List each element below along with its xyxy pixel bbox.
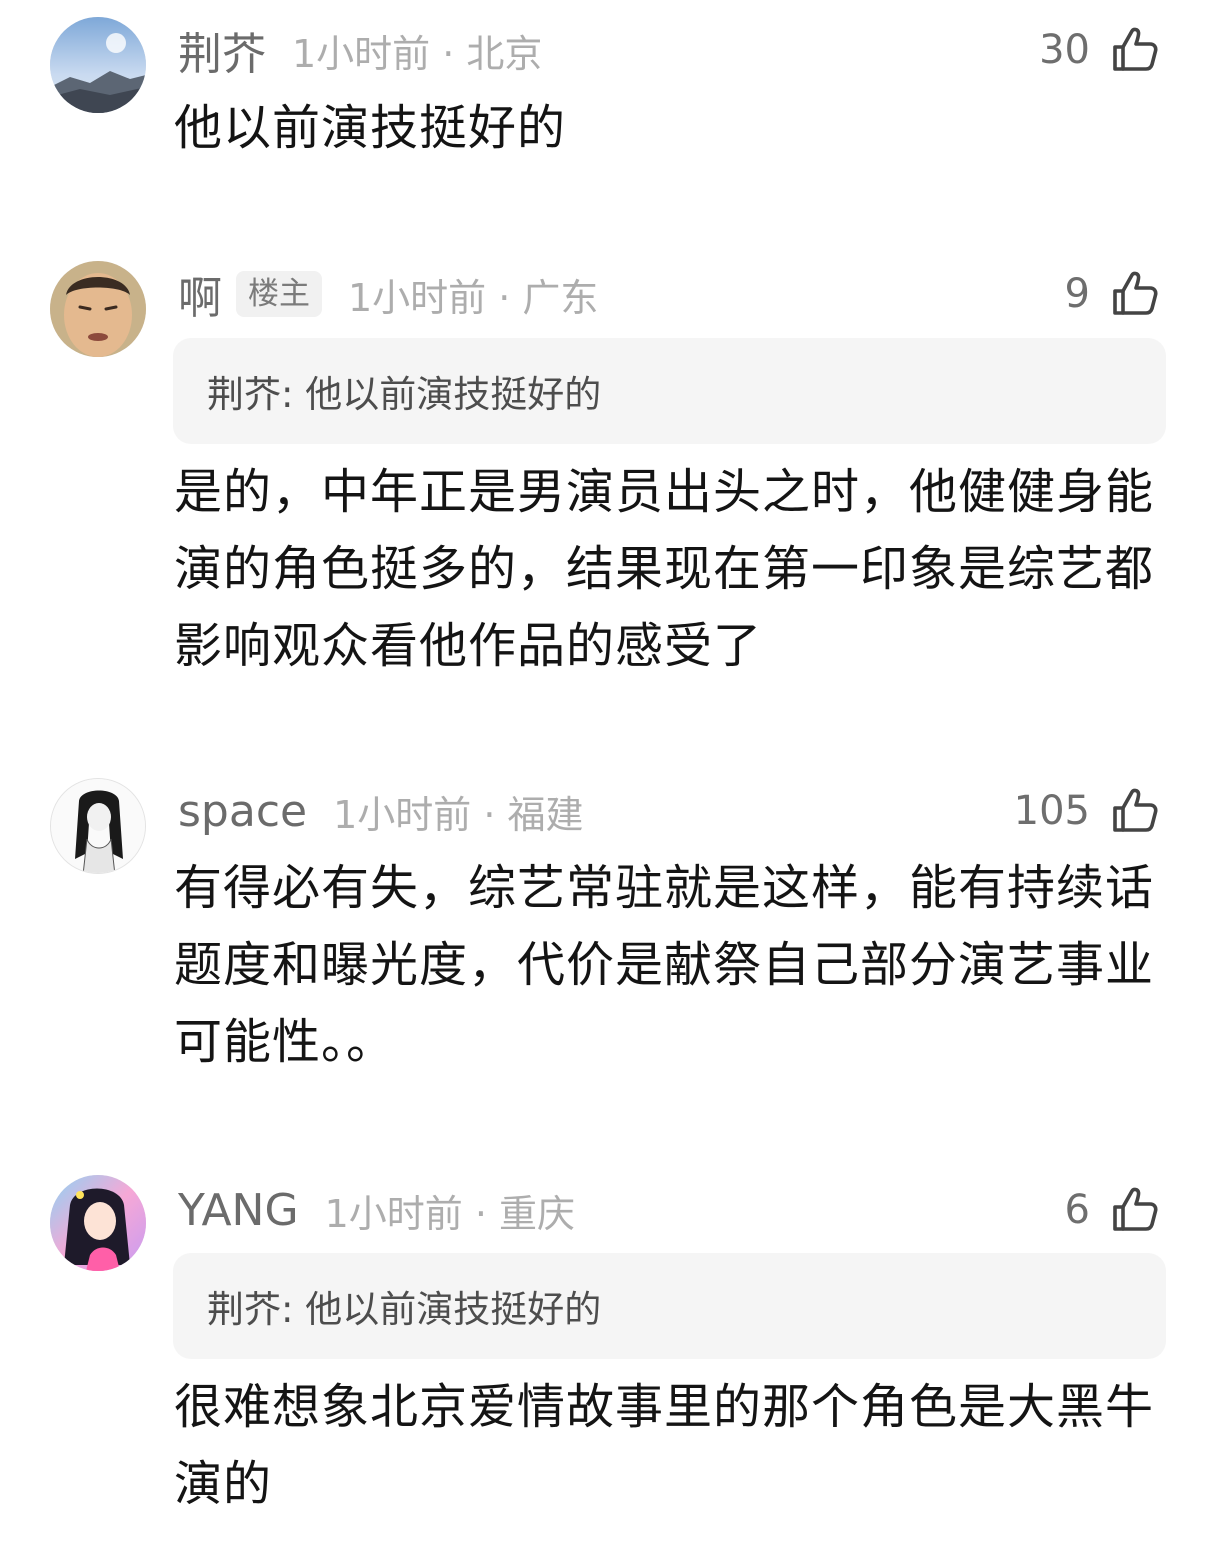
thumbs-up-icon[interactable] xyxy=(1110,786,1160,836)
time-location: 1小时前 · 广东 xyxy=(348,275,599,320)
comment-text: 很难想象北京爱情故事里的那个角色是大黑牛演的 xyxy=(174,1379,1155,1512)
like-button[interactable]: 6 xyxy=(1065,1180,1160,1240)
time-location: 1小时前 · 福建 xyxy=(333,792,584,837)
username[interactable]: 啊 xyxy=(178,262,222,326)
comment-meta: 啊 楼主 1小时前 · 广东 xyxy=(178,264,598,324)
comment-text: 他以前演技挺好的 xyxy=(174,100,567,156)
comment-meta: YANG 1小时前 · 重庆 xyxy=(178,1180,575,1240)
quoted-reply[interactable]: 荆芥: 他以前演技挺好的 xyxy=(173,338,1166,444)
comment-meta: 荆芥 1小时前 · 北京 xyxy=(178,20,542,80)
thumbs-up-icon[interactable] xyxy=(1110,1185,1160,1235)
like-count: 105 xyxy=(1013,788,1090,834)
avatar[interactable] xyxy=(50,1175,146,1271)
comment-meta: space 1小时前 · 福建 xyxy=(178,781,584,841)
like-count: 6 xyxy=(1064,1187,1090,1233)
like-button[interactable]: 105 xyxy=(1014,781,1160,841)
time-location: 1小时前 · 北京 xyxy=(292,31,543,76)
username[interactable]: 荆芥 xyxy=(178,18,266,82)
thumbs-up-icon[interactable] xyxy=(1110,269,1160,319)
like-count: 9 xyxy=(1064,271,1090,317)
comment-text: 是的，中年正是男演员出头之时，他健健身能演的角色挺多的，结果现在第一印象是综艺都… xyxy=(174,464,1155,674)
like-button[interactable]: 30 xyxy=(1039,20,1160,80)
avatar[interactable] xyxy=(50,261,146,357)
avatar[interactable] xyxy=(50,778,146,874)
like-count: 30 xyxy=(1039,27,1090,73)
username[interactable]: YANG xyxy=(178,1185,299,1236)
comment-text: 有得必有失，综艺常驻就是这样，能有持续话题度和曝光度，代价是献祭自己部分演艺事业… xyxy=(174,860,1155,1070)
like-button[interactable]: 9 xyxy=(1065,264,1160,324)
time-location: 1小时前 · 重庆 xyxy=(324,1191,575,1236)
avatar[interactable] xyxy=(50,17,146,113)
op-badge: 楼主 xyxy=(236,271,322,317)
quoted-reply[interactable]: 荆芥: 他以前演技挺好的 xyxy=(173,1253,1166,1359)
thumbs-up-icon[interactable] xyxy=(1110,25,1160,75)
username[interactable]: space xyxy=(178,786,307,837)
